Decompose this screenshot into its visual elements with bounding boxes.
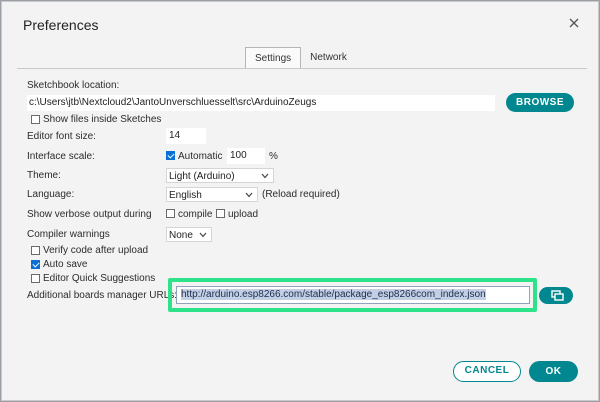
compiler-warnings-label: Compiler warnings [27, 229, 110, 240]
auto-save-label: Auto save [43, 259, 88, 270]
boards-manager-url-field[interactable]: http://arduino.esp8266.com/stable/packag… [176, 286, 530, 304]
tab-bar: Settings Network [245, 47, 356, 69]
boards-manager-label: Additional boards manager URLs: [27, 290, 178, 301]
sketchbook-path-field[interactable]: c:\Users\jtb\Nextcloud2\JantoUnverschlue… [27, 95, 495, 111]
automatic-scale-checkbox[interactable] [166, 151, 175, 160]
compiler-warnings-select[interactable]: None [166, 227, 212, 242]
boards-manager-url-text: http://arduino.esp8266.com/stable/packag… [181, 289, 486, 300]
editor-font-label: Editor font size: [27, 131, 96, 142]
scale-value-field[interactable]: 100 [227, 148, 265, 164]
open-window-icon [551, 290, 564, 301]
verbose-upload-label: upload [228, 209, 259, 220]
verify-upload-checkbox[interactable] [31, 246, 40, 255]
dialog-title: Preferences [23, 17, 99, 33]
browse-button[interactable]: BROWSE [506, 93, 574, 112]
quick-suggestions-checkbox[interactable] [31, 274, 40, 283]
verbose-label: Show verbose output during [27, 209, 152, 220]
quick-suggestions-label: Editor Quick Suggestions [43, 273, 156, 284]
language-select[interactable]: English [166, 187, 258, 202]
show-files-label: Show files inside Sketches [43, 114, 162, 125]
tab-network[interactable]: Network [301, 47, 356, 69]
editor-font-field[interactable]: 14 [166, 128, 206, 144]
interface-scale-label: Interface scale: [27, 151, 95, 162]
cancel-button[interactable]: CANCEL [453, 361, 521, 382]
chevron-down-icon [261, 173, 269, 179]
ok-button[interactable]: OK [529, 361, 578, 382]
verbose-compile-checkbox[interactable] [166, 209, 175, 218]
sketchbook-label: Sketchbook location: [27, 80, 120, 91]
compiler-warnings-value: None [169, 230, 193, 241]
tab-settings[interactable]: Settings [245, 47, 302, 69]
language-note: (Reload required) [262, 189, 340, 200]
show-files-checkbox[interactable] [31, 115, 40, 124]
chevron-down-icon [199, 232, 207, 238]
tabs-divider [17, 68, 587, 69]
verbose-upload-checkbox[interactable] [216, 209, 225, 218]
theme-label: Theme: [27, 170, 61, 181]
theme-select[interactable]: Light (Arduino) [166, 168, 274, 183]
scale-unit-label: % [269, 151, 278, 162]
language-select-value: English [169, 190, 202, 201]
open-url-list-button[interactable] [539, 287, 573, 304]
auto-save-checkbox[interactable] [31, 260, 40, 269]
automatic-scale-label: Automatic [178, 151, 223, 162]
verify-upload-label: Verify code after upload [43, 245, 149, 256]
chevron-down-icon [245, 192, 253, 198]
theme-select-value: Light (Arduino) [169, 171, 235, 182]
verbose-compile-label: compile [178, 209, 213, 220]
close-icon[interactable] [567, 16, 581, 30]
preferences-dialog: Preferences Settings Network Sketchbook … [1, 1, 599, 401]
language-label: Language: [27, 189, 75, 200]
